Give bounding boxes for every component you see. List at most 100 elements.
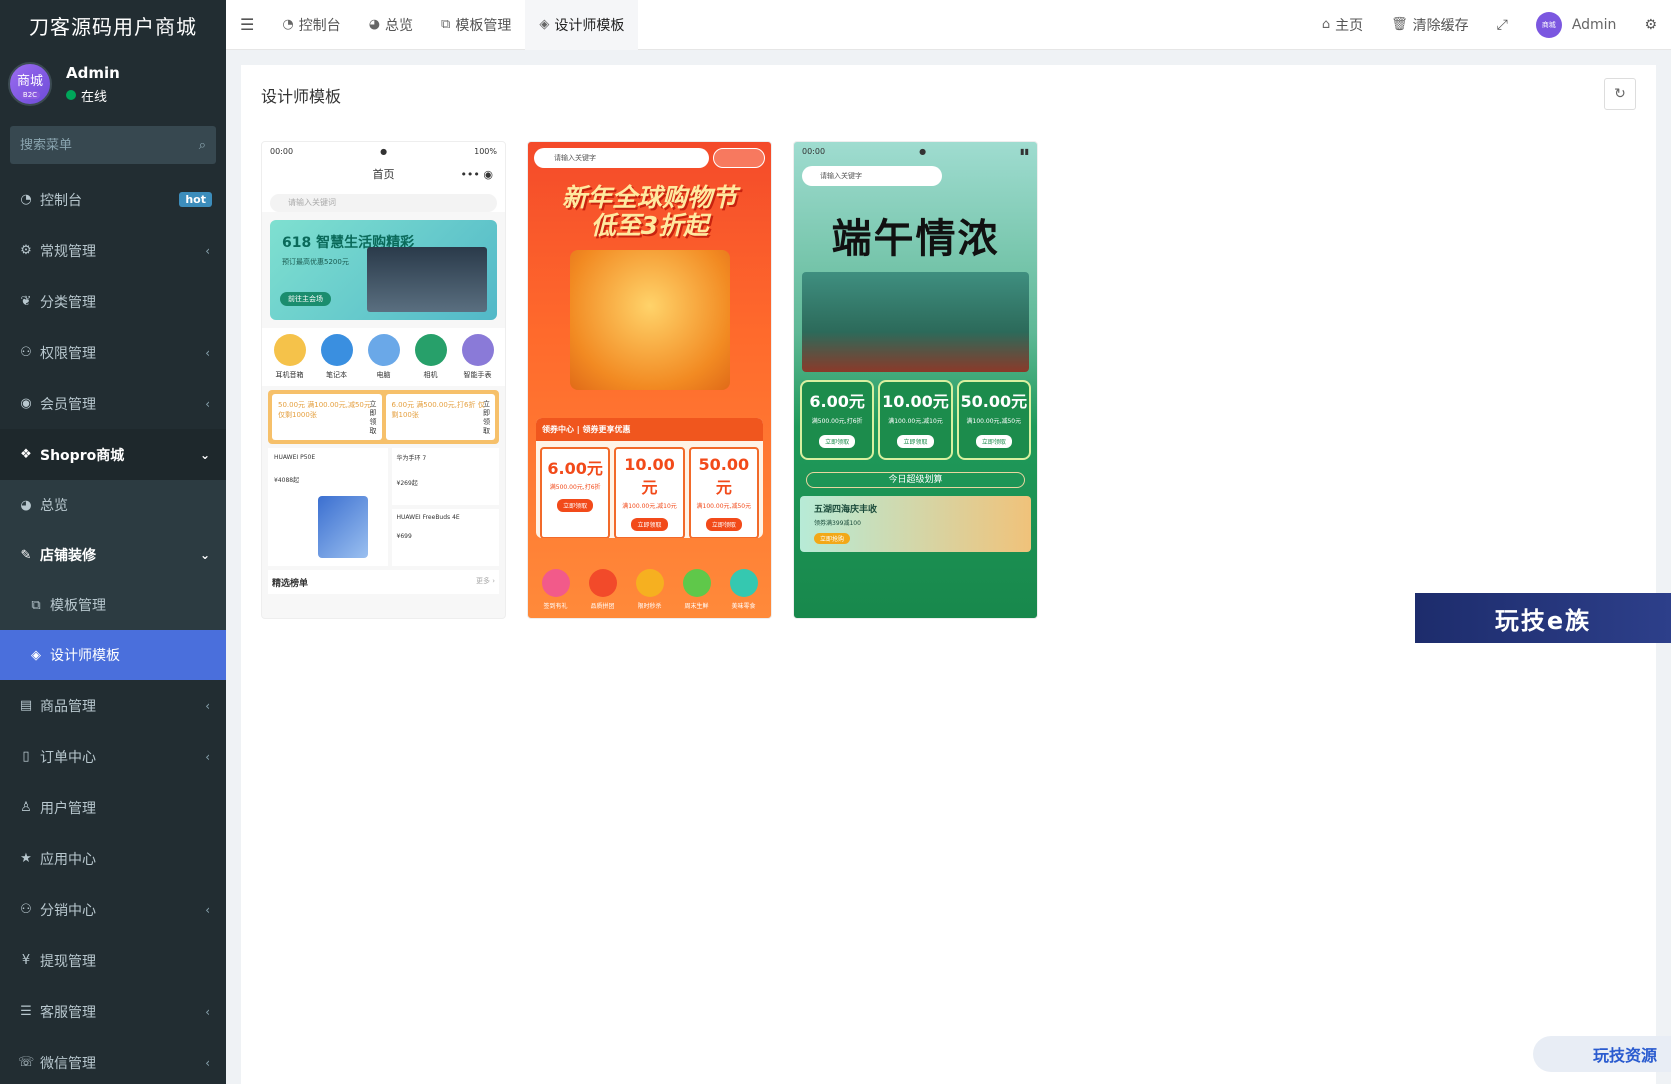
- shortcut-item: 品质拼团: [588, 569, 617, 610]
- tab-label: 模板管理: [455, 17, 512, 34]
- home-label: 主页: [1335, 17, 1364, 34]
- sidebar-item-label: 设计师模板: [50, 648, 120, 664]
- today-deal-banner: 今日超级划算: [806, 472, 1025, 488]
- coupon-head: 领券中心 | 领券更享优惠: [536, 418, 763, 441]
- shortcut-label: 签到有礼: [543, 603, 568, 610]
- status-time: 00:00: [802, 146, 826, 156]
- sidebar-item-label: 微信管理: [40, 1055, 96, 1072]
- category-label: 耳机音箱: [275, 371, 304, 379]
- template-card-2[interactable]: 请输入关键字 新年全球购物节 低至3折起 领券中心 | 领券更享优惠 6.00元…: [527, 141, 772, 619]
- refresh-button[interactable]: ↻: [1604, 78, 1636, 110]
- headline-line-2: 低至3折起: [590, 211, 709, 240]
- chevron-left-icon: ‹: [205, 396, 210, 411]
- dashboard-icon: ◔: [282, 17, 294, 32]
- sidebar-item-order[interactable]: ▯ 订单中心 ‹: [0, 731, 226, 782]
- user-circle-icon: ◉: [20, 396, 32, 411]
- admin-menu[interactable]: 商城 Admin: [1522, 0, 1631, 50]
- sidebar-item-general[interactable]: ⚙ 常规管理 ‹: [0, 225, 226, 276]
- sidebar-item-label: 应用中心: [40, 851, 96, 868]
- template-2-search-bar: 请输入关键字: [528, 142, 771, 174]
- coupon-button: 立即领取: [819, 435, 856, 448]
- template-card-3[interactable]: 00:00 ● ▮▮ 请输入关键字 端午情浓 6.00元 满500.00元,打6折 立即…: [793, 141, 1038, 619]
- tab-label: 控制台: [298, 17, 341, 34]
- settings-button[interactable]: ⚙: [1630, 0, 1671, 50]
- fullscreen-button[interactable]: ⤢: [1483, 0, 1522, 50]
- sidebar-item-label: 分类管理: [40, 294, 96, 311]
- sidebar-item-category[interactable]: ❦ 分类管理: [0, 276, 226, 327]
- chevron-left-icon: ‹: [205, 902, 210, 917]
- sidebar-item-template-manage[interactable]: ⧉ 模板管理: [0, 580, 226, 630]
- sidebar-item-users[interactable]: ♙ 用户管理: [0, 782, 226, 833]
- shortcut-item: 限时秒杀: [635, 569, 664, 610]
- category-item: 相机: [414, 334, 447, 380]
- sidebar-item-wechat[interactable]: ☏ 微信管理 ‹: [0, 1037, 226, 1084]
- brand-logo[interactable]: 刀客源码用户商城: [0, 0, 226, 50]
- wechat-icon: ☏: [18, 1055, 35, 1070]
- shortcut-label: 品质拼团: [590, 603, 615, 610]
- sidebar-item-apps[interactable]: ★ 应用中心: [0, 833, 226, 884]
- sidebar-item-label: 模板管理: [50, 598, 106, 614]
- template-card-1[interactable]: 00:00 ● 100% 首页 ••• ◉ 请输入关键词 618 智慧生活购精彩 预订…: [261, 141, 506, 619]
- cubes-icon: ⧉: [441, 17, 451, 32]
- category-item: 笔记本: [320, 334, 353, 380]
- headline-line-1: 新年全球购物节: [561, 183, 737, 212]
- template-1-banner: 618 智慧生活购精彩 预订最高优惠5200元 前往主会场: [270, 220, 497, 320]
- sidebar-item-distribution[interactable]: ⚇ 分销中心 ‹: [0, 884, 226, 935]
- camera-dot-icon: ●: [919, 146, 927, 156]
- harvest-subtitle: 领券满399减100: [814, 520, 861, 527]
- coupon-desc: 满100.00元,减10元: [622, 503, 677, 510]
- pie-chart-icon: ◕: [368, 17, 381, 32]
- list-icon: ☰: [20, 1004, 32, 1019]
- sidebar-item-designer-template[interactable]: ◈ 设计师模板: [0, 630, 226, 680]
- goods-column: 华为手环 7 ¥269起 HUAWEI FreeBuds 4E ¥699: [391, 448, 499, 566]
- sidebar-item-overview[interactable]: ◕ 总览: [0, 480, 226, 530]
- sidebar-item-member[interactable]: ◉ 会员管理 ‹: [0, 378, 226, 429]
- rank-more: 更多 ›: [475, 577, 495, 585]
- menu-search-input[interactable]: [20, 137, 170, 153]
- shortcut-label: 周末生鲜: [684, 603, 709, 610]
- shortcut-item: 签到有礼: [541, 569, 570, 610]
- nav-right: ⌂ 主页 🗑 清除缓存 ⤢ 商城 Admin ⚙: [1308, 0, 1671, 50]
- coupon-value: 6.00元: [809, 392, 865, 411]
- tab-designer-template[interactable]: ◈ 设计师模板: [525, 0, 639, 50]
- top-nav: ☰ ◔ 控制台 ◕ 总览 ⧉ 模板管理 ◈ 设计师模板 ⌂ 主页 🗑 清除缓存 ⤢ 商城 Ad…: [226, 0, 1671, 50]
- coupon-button: 立即领取: [897, 435, 934, 448]
- sidebar-item-label: 订单中心: [40, 749, 96, 766]
- coupon: 10.00元 满100.00元,减10元 立即领取: [878, 380, 953, 460]
- status-bar: 00:00 ● ▮▮: [794, 142, 1037, 160]
- sidebar-item-withdraw[interactable]: ¥ 提现管理: [0, 935, 226, 986]
- trash-icon: 🗑: [1391, 17, 1408, 32]
- sidebar-item-dashboard[interactable]: ◔ 控制台 hot: [0, 174, 226, 225]
- status-battery: 100%: [474, 146, 497, 156]
- sidebar-item-decoration[interactable]: ✎ 店铺装修 ⌄: [0, 530, 226, 580]
- clear-cache-label: 清除缓存: [1412, 17, 1469, 34]
- search-icon[interactable]: ⌕: [199, 138, 206, 153]
- coupon-desc: 满500.00元,打6折: [811, 418, 863, 425]
- sidebar-item-auth[interactable]: ⚇ 权限管理 ‹: [0, 327, 226, 378]
- banner-button: 前往主会场: [280, 292, 331, 306]
- tab-overview[interactable]: ◕ 总览: [355, 0, 427, 50]
- category-item: 耳机音箱: [273, 334, 306, 380]
- sidebar-item-goods[interactable]: ▤ 商品管理 ‹: [0, 680, 226, 731]
- banner-devices-image: [367, 247, 487, 312]
- shortcut-item: 美味零食: [729, 569, 758, 610]
- sidebar-toggle-button[interactable]: ☰: [226, 0, 268, 50]
- home-link[interactable]: ⌂ 主页: [1308, 0, 1377, 50]
- sidebar-item-service[interactable]: ☰ 客服管理 ‹: [0, 986, 226, 1037]
- watermark-corner: 玩技资源: [1533, 1036, 1671, 1072]
- category-item: 智能手表: [461, 334, 494, 380]
- coupon-side-label: 立即领取: [483, 400, 490, 435]
- tab-dashboard[interactable]: ◔ 控制台: [268, 0, 354, 50]
- cubes-icon: ⧉: [31, 597, 41, 613]
- home-icon: ⌂: [1321, 17, 1331, 32]
- tab-template-manage[interactable]: ⧉ 模板管理: [427, 0, 525, 50]
- page-title-text: 首页: [372, 168, 395, 181]
- sidebar-item-label: 商品管理: [40, 698, 96, 715]
- dragon-boat-scene-image: [802, 272, 1029, 372]
- refresh-icon: ↻: [1614, 86, 1626, 102]
- template-2-search: 请输入关键字: [534, 148, 709, 168]
- sidebar-item-shopro[interactable]: ❖ Shopro商城 ⌄: [0, 429, 226, 480]
- clear-cache-button[interactable]: 🗑 清除缓存: [1377, 0, 1483, 50]
- phone-image: [318, 496, 368, 558]
- coupon: 10.00元 满100.00元,减10元 立即领取: [614, 447, 685, 538]
